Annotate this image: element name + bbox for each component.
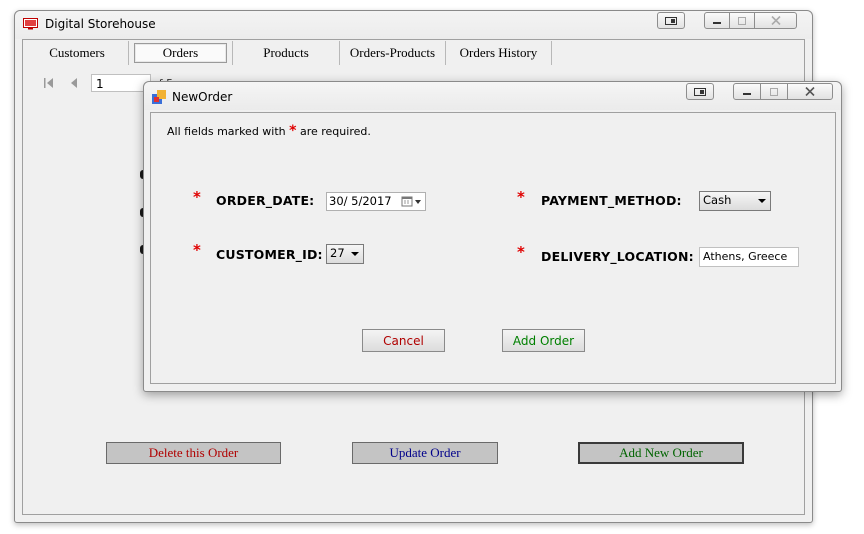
dialog-minimize-button[interactable] xyxy=(733,83,761,100)
dialog-maximize-button[interactable] xyxy=(760,83,788,100)
close-icon xyxy=(770,16,781,25)
move-first-icon[interactable] xyxy=(44,78,53,88)
menu-customers-label: Customers xyxy=(49,45,105,60)
payment-method-dropdown[interactable]: Cash xyxy=(699,191,771,211)
form-icon xyxy=(152,90,166,104)
new-order-dialog: NewOrder All fields marked with * are re… xyxy=(143,81,842,392)
order-date-value: 30/ 5/2017 xyxy=(329,194,392,208)
update-order-button[interactable]: Update Order xyxy=(352,442,498,464)
payment-method-required-star: * xyxy=(517,188,525,206)
dialog-client-area: All fields marked with * are required. *… xyxy=(150,112,836,384)
monitor-icon xyxy=(23,18,38,30)
customer-id-dropdown[interactable]: 27 xyxy=(326,244,364,264)
chevron-down-icon xyxy=(351,252,359,256)
add-new-order-button[interactable]: Add New Order xyxy=(578,442,744,464)
menu-customers[interactable]: Customers xyxy=(26,41,129,65)
required-note-suffix: are required. xyxy=(299,125,371,138)
dialog-close-button[interactable] xyxy=(787,83,833,100)
customer-id-value: 27 xyxy=(330,246,345,260)
close-button[interactable] xyxy=(754,12,797,29)
order-date-required-star: * xyxy=(193,188,201,206)
delivery-location-input[interactable]: Athens, Greece xyxy=(699,247,799,267)
close-icon xyxy=(805,87,815,96)
payment-method-label: PAYMENT_METHOD: xyxy=(541,193,682,208)
window-layout-icon xyxy=(694,87,706,96)
restore-layout-button[interactable] xyxy=(657,12,685,29)
order-date-label: ORDER_DATE: xyxy=(216,193,315,208)
delivery-location-label: DELIVERY_LOCATION: xyxy=(541,249,694,264)
move-previous-icon[interactable] xyxy=(71,78,77,88)
maximize-button[interactable] xyxy=(729,12,755,29)
menu-orders-history[interactable]: Orders History xyxy=(446,41,552,65)
dialog-title: NewOrder xyxy=(172,90,233,104)
menu-strip: Customers Orders Products Orders-Product… xyxy=(26,41,552,65)
customer-id-label: CUSTOMER_ID: xyxy=(216,247,323,262)
cancel-button[interactable]: Cancel xyxy=(362,329,445,352)
dialog-titlebar[interactable]: NewOrder xyxy=(144,82,841,110)
minimize-button[interactable] xyxy=(704,12,730,29)
maximize-icon xyxy=(770,87,778,96)
minimize-icon xyxy=(743,92,751,95)
dialog-layout-button[interactable] xyxy=(686,83,714,100)
menu-orders-products-label: Orders-Products xyxy=(349,45,436,60)
navigator-controls xyxy=(44,78,77,88)
required-note-prefix: All fields marked with xyxy=(167,125,286,138)
menu-products[interactable]: Products xyxy=(233,41,340,65)
chevron-down-icon xyxy=(758,199,766,203)
navigator-position-field[interactable]: 1 xyxy=(91,74,151,92)
menu-orders-history-label: Orders History xyxy=(459,45,538,60)
order-date-picker[interactable]: 30/ 5/2017 xyxy=(326,192,426,211)
main-titlebar[interactable]: Digital Storehouse xyxy=(15,11,812,39)
menu-orders-label: Orders xyxy=(133,43,228,63)
calendar-dropdown-icon[interactable] xyxy=(401,195,423,208)
required-fields-note: All fields marked with * are required. xyxy=(167,123,371,139)
delete-order-button[interactable]: Delete this Order xyxy=(106,442,281,464)
minimize-icon xyxy=(713,21,721,24)
window-layout-icon xyxy=(665,16,677,25)
menu-orders[interactable]: Orders xyxy=(129,41,233,65)
payment-method-value: Cash xyxy=(703,193,732,207)
add-order-button[interactable]: Add Order xyxy=(502,329,585,352)
menu-products-label: Products xyxy=(263,45,309,60)
required-star-icon: * xyxy=(289,123,297,139)
maximize-icon xyxy=(738,16,746,25)
delivery-location-required-star: * xyxy=(517,243,525,261)
customer-id-required-star: * xyxy=(193,241,201,259)
menu-orders-products[interactable]: Orders-Products xyxy=(340,41,446,65)
main-window-title: Digital Storehouse xyxy=(45,17,156,31)
